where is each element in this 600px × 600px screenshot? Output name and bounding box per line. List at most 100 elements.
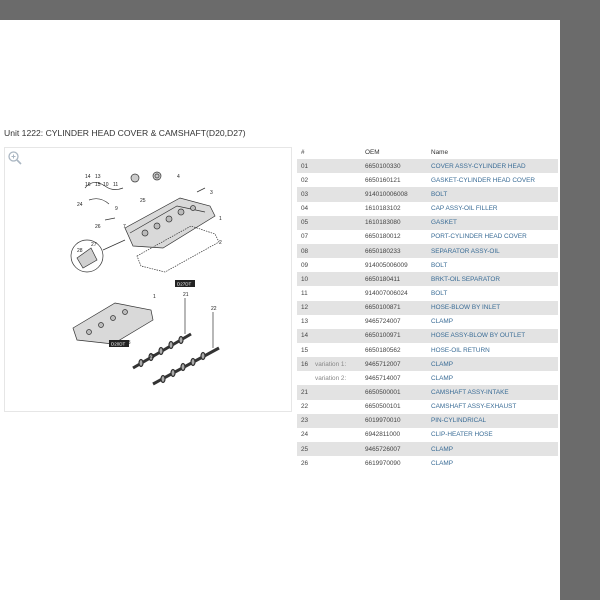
top-frame: [0, 0, 600, 20]
callout-label: 2: [219, 240, 222, 246]
callout-label: 1: [219, 216, 222, 222]
table-row[interactable]: 01 6650100330 COVER ASSY-CYLINDER HEAD: [297, 159, 558, 174]
oem-code: 9465714007: [365, 374, 401, 382]
oem-code: 6650180012: [365, 233, 401, 241]
callout-label: 4: [177, 174, 180, 180]
callout-label: 7: [123, 224, 126, 230]
part-name-link[interactable]: HOSE-BLOW BY INLET: [431, 304, 558, 311]
oem-code: 9465726007: [365, 445, 401, 453]
parts-diagram[interactable]: D27DT D20DT 14 13 16 15 10 11 3 24 26 25…: [4, 147, 292, 412]
callout-label: 26: [95, 224, 101, 230]
part-number: 05: [301, 219, 309, 227]
part-name-link[interactable]: COVER ASSY-CYLINDER HEAD: [431, 163, 558, 170]
part-number: 15: [301, 346, 309, 354]
table-row[interactable]: 13 9465724007 CLAMP: [297, 315, 558, 329]
callout-label: 15: [95, 182, 101, 188]
oem-code: 6650100871: [365, 304, 401, 312]
callout-label: 14: [85, 174, 91, 180]
table-row[interactable]: 07 6650180012 PORT-CYLINDER HEAD COVER: [297, 230, 558, 244]
part-name-link[interactable]: SEPARATOR ASSY-OIL: [431, 248, 558, 255]
part-number: 01: [301, 162, 309, 170]
part-name-link[interactable]: CLAMP: [431, 361, 558, 368]
part-name-link[interactable]: CAMSHAFT ASSY-INTAKE: [431, 389, 558, 396]
table-row[interactable]: 15 6650180562 HOSE-OIL RETURN: [297, 343, 558, 357]
part-number: 21: [301, 388, 309, 396]
oem-code: 6650180233: [365, 247, 401, 255]
oem-code: 6650160121: [365, 176, 401, 184]
part-number: 07: [301, 233, 309, 241]
part-name-link[interactable]: PIN-CYLINDRICAL: [431, 417, 558, 424]
oem-code: 914010006008: [365, 190, 408, 198]
table-row[interactable]: 14 6650100971 HOSE ASSY-BLOW BY OUTLET: [297, 328, 558, 343]
oem-code: 6650180411: [365, 275, 401, 283]
table-row[interactable]: 12 6650100871 HOSE-BLOW BY INLET: [297, 300, 558, 315]
part-number: 08: [301, 247, 309, 255]
part-name-link[interactable]: HOSE ASSY-BLOW BY OUTLET: [431, 332, 558, 339]
part-name-link[interactable]: CAMSHAFT ASSY-EXHAUST: [431, 403, 558, 410]
table-row[interactable]: 16 variation 1: 9465712007 CLAMP: [297, 357, 558, 372]
part-name-link[interactable]: HOSE-OIL RETURN: [431, 347, 558, 354]
table-row[interactable]: 05 1610183080 GASKET: [297, 215, 558, 230]
part-number: 13: [301, 318, 309, 326]
part-name-link[interactable]: PORT-CYLINDER HEAD COVER: [431, 233, 558, 240]
unit-title: Unit 1222: CYLINDER HEAD COVER & CAMSHAF…: [4, 128, 246, 138]
oem-code: 6650100330: [365, 162, 401, 170]
callout-label: 25: [140, 198, 146, 204]
diagram-drawing: D27DT D20DT 14 13 16 15 10 11 3 24 26 25…: [70, 171, 222, 386]
part-number: 11: [301, 289, 308, 297]
table-row[interactable]: 11 914007006024 BOLT: [297, 286, 558, 300]
part-number: 02: [301, 176, 309, 184]
callout-label: 28: [77, 248, 83, 254]
part-name-link[interactable]: CAP ASSY-OIL FILLER: [431, 205, 558, 212]
callout-label: 3: [210, 190, 213, 196]
table-row[interactable]: 23 6019970010 PIN-CYLINDRICAL: [297, 413, 558, 428]
table-row[interactable]: 08 6650180233 SEPARATOR ASSY-OIL: [297, 243, 558, 259]
header-oem: OEM: [365, 148, 380, 156]
part-name-link[interactable]: CLAMP: [431, 318, 558, 325]
callout-label: 9: [115, 206, 118, 212]
table-row[interactable]: variation 2: 9465714007 CLAMP: [297, 371, 558, 385]
part-number: 25: [301, 445, 309, 453]
part-name-link[interactable]: CLAMP: [431, 446, 558, 453]
part-name-link[interactable]: GASKET-CYLINDER HEAD COVER: [431, 177, 558, 184]
part-name-link[interactable]: BOLT: [431, 290, 558, 297]
table-row[interactable]: 24 6942811000 CLIP-HEATER HOSE: [297, 428, 558, 442]
oem-code: 1610183102: [365, 205, 401, 213]
table-row[interactable]: 21 6650500001 CAMSHAFT ASSY-INTAKE: [297, 385, 558, 400]
header-name: Name: [431, 148, 449, 156]
part-name-link[interactable]: BRKT-OIL SEPARATOR: [431, 276, 558, 283]
callout-label: 27: [91, 242, 97, 248]
part-name-link[interactable]: GASKET: [431, 219, 558, 226]
callout-label: 1: [153, 294, 156, 300]
table-row[interactable]: 26 6619970090 CLAMP: [297, 456, 558, 470]
table-header: # OEM Name: [297, 145, 558, 159]
parts-table: # OEM Name 01 6650100330 COVER ASSY-CYLIND…: [297, 145, 558, 470]
part-name-link[interactable]: BOLT: [431, 262, 558, 269]
part-number: 26: [301, 459, 309, 467]
table-row[interactable]: 04 1610183102 CAP ASSY-OIL FILLER: [297, 202, 558, 216]
table-row[interactable]: 09 914005006009 BOLT: [297, 258, 558, 272]
part-number: 14: [301, 332, 309, 340]
table-row[interactable]: 22 6650500101 CAMSHAFT ASSY-EXHAUST: [297, 400, 558, 414]
table-row[interactable]: 10 6650180411 BRKT-OIL SEPARATOR: [297, 272, 558, 287]
oem-code: 6619970090: [365, 459, 401, 467]
table-row[interactable]: 25 9465726007 CLAMP: [297, 441, 558, 457]
oem-code: 914005006009: [365, 261, 408, 269]
table-row[interactable]: 03 914010006008 BOLT: [297, 187, 558, 202]
part-number: 04: [301, 205, 309, 213]
magnifier-plus-icon[interactable]: [7, 150, 23, 166]
part-name-link[interactable]: CLAMP: [431, 460, 558, 467]
table-row[interactable]: 02 6650160121 GASKET-CYLINDER HEAD COVER: [297, 173, 558, 187]
part-number: 16: [301, 360, 309, 368]
callout-label: 22: [211, 306, 217, 312]
callout-label: 13: [95, 174, 101, 180]
callout-label: 10: [103, 182, 109, 188]
part-name-link[interactable]: BOLT: [431, 191, 558, 198]
part-name-link[interactable]: CLIP-HEATER HOSE: [431, 431, 558, 438]
part-name-link[interactable]: CLAMP: [431, 375, 558, 382]
page: Unit 1222: CYLINDER HEAD COVER & CAMSHAF…: [0, 20, 560, 600]
part-number: 03: [301, 190, 309, 198]
oem-code: 914007006024: [365, 289, 408, 297]
oem-code: 6650500101: [365, 403, 401, 411]
callout-label: 23: [125, 340, 131, 346]
